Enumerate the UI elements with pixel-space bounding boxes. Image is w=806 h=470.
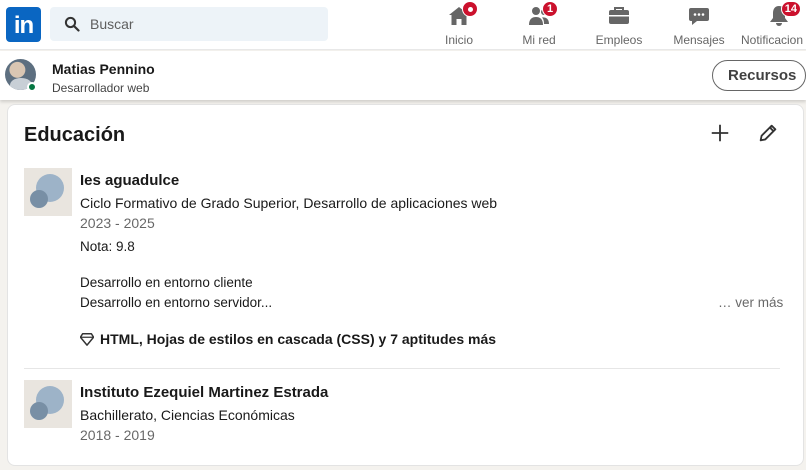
grade: Nota: 9.8	[80, 239, 135, 254]
notification-count: 14	[780, 1, 801, 17]
profile-sticky-bar: Matias Pennino Desarrollador web Recurso…	[0, 51, 806, 100]
diamond-icon	[80, 333, 94, 346]
education-section: Educación Ies aguadulce Ciclo Formativo …	[7, 104, 804, 466]
online-status-dot	[27, 82, 37, 92]
search-box[interactable]	[50, 7, 328, 41]
edit-education-button[interactable]	[755, 120, 781, 146]
add-education-button[interactable]	[707, 120, 733, 146]
date-range: 2018 - 2019	[80, 427, 155, 443]
school-name[interactable]: Ies aguadulce	[80, 172, 179, 189]
nav-label: Mi red	[522, 33, 556, 47]
see-more-link[interactable]: … ver más	[718, 295, 783, 310]
people-icon: 1	[527, 1, 558, 28]
nav-item-notificaciones[interactable]: 14 Notificacion	[741, 1, 806, 48]
school-name[interactable]: Instituto Ezequiel Martinez Estrada	[80, 384, 328, 401]
search-icon	[64, 16, 80, 32]
chat-icon	[687, 4, 711, 28]
degree: Ciclo Formativo de Grado Superior, Desar…	[80, 195, 498, 211]
nav-label: Notificacion	[741, 33, 804, 47]
search-input[interactable]	[90, 16, 310, 32]
description-line: Desarrollo en entorno cliente	[80, 275, 253, 290]
nav-item-empleos[interactable]: Empleos	[596, 4, 642, 48]
pencil-icon	[759, 124, 777, 142]
profile-headline: Desarrollador web	[52, 81, 150, 95]
section-title: Educación	[24, 124, 126, 146]
home-icon	[447, 1, 478, 28]
plus-icon	[711, 124, 729, 142]
profile-name: Matias Pennino	[52, 61, 155, 77]
notification-count: 1	[542, 1, 558, 17]
briefcase-icon	[607, 4, 631, 28]
notification-dot	[462, 1, 478, 17]
school-logo[interactable]	[24, 168, 72, 216]
degree: Bachillerato, Ciencias Económicas	[80, 407, 295, 423]
bell-icon: 14	[767, 1, 801, 28]
nav-item-mensajes[interactable]: Mensajes	[673, 4, 725, 48]
nav-label: Empleos	[595, 33, 643, 47]
nav-label: Inicio	[444, 33, 473, 47]
top-nav: in Inicio 1 Mi red	[0, 0, 806, 50]
divider	[24, 368, 780, 369]
nav-label: Mensajes	[673, 33, 725, 47]
nav-item-inicio[interactable]: Inicio	[444, 1, 478, 48]
linkedin-logo[interactable]: in	[6, 7, 41, 42]
skills-summary[interactable]: HTML, Hojas de estilos en cascada (CSS) …	[80, 331, 496, 347]
date-range: 2023 - 2025	[80, 215, 155, 231]
resources-button[interactable]: Recursos	[712, 60, 806, 91]
skills-text: HTML, Hojas de estilos en cascada (CSS) …	[100, 331, 497, 347]
nav-item-mi-red[interactable]: 1 Mi red	[521, 1, 558, 48]
school-logo[interactable]	[24, 380, 72, 428]
description-line: Desarrollo en entorno servidor...	[80, 295, 273, 310]
